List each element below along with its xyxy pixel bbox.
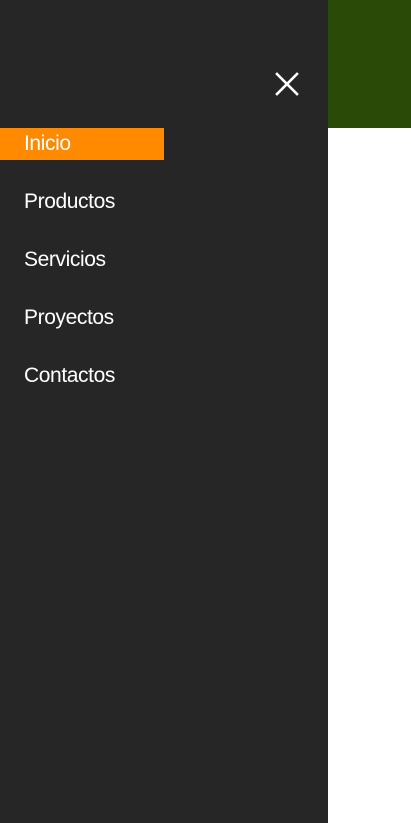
menu-item-proyectos[interactable]: Proyectos: [0, 302, 328, 334]
close-icon: [275, 72, 299, 96]
page: Inicio Productos Servicios Proyectos Con…: [0, 0, 411, 823]
menu-item-inicio[interactable]: Inicio: [0, 128, 164, 160]
menu-item-productos[interactable]: Productos: [0, 186, 328, 218]
menu-list: Inicio Productos Servicios Proyectos Con…: [0, 128, 328, 418]
close-menu-button[interactable]: [272, 69, 302, 99]
menu-item-servicios[interactable]: Servicios: [0, 244, 328, 276]
navigation-drawer: Inicio Productos Servicios Proyectos Con…: [0, 0, 328, 823]
menu-item-contactos[interactable]: Contactos: [0, 360, 328, 392]
